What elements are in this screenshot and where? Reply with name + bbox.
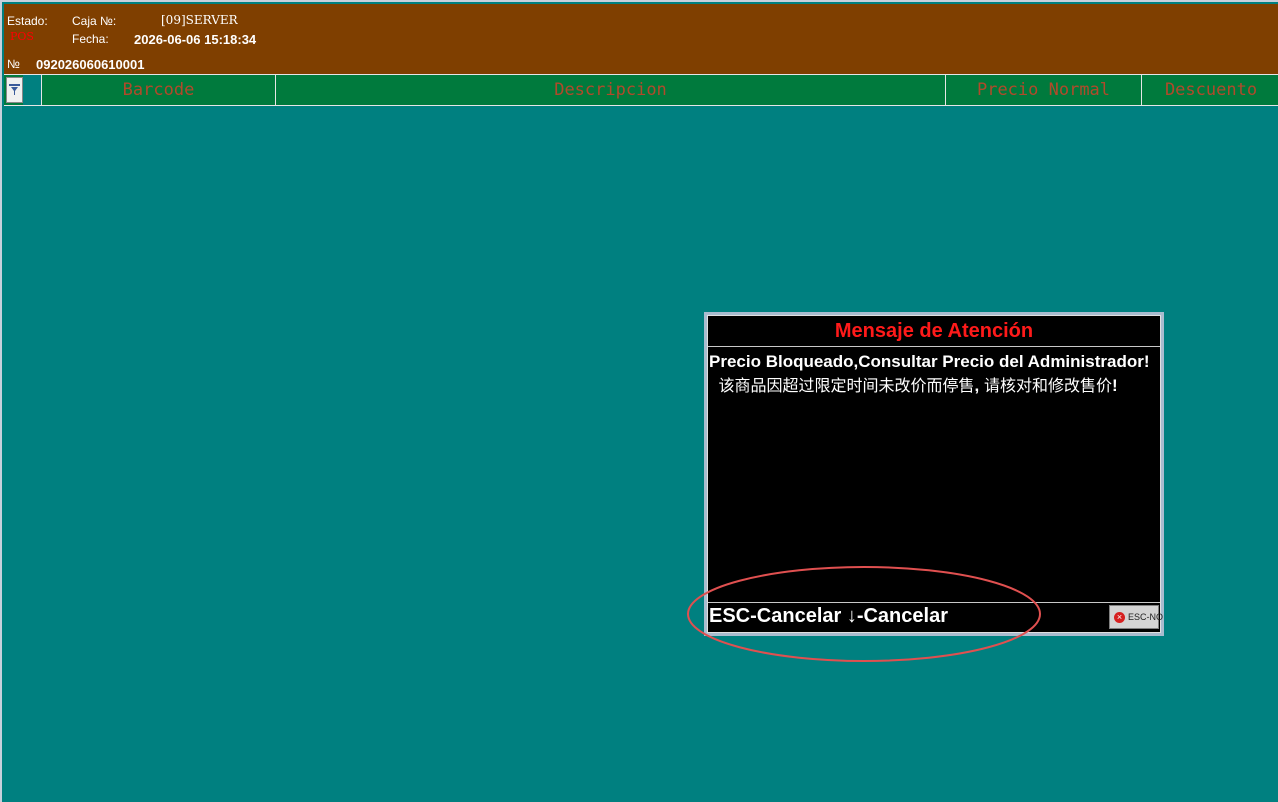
column-header-barcode[interactable]: Barcode — [41, 75, 275, 105]
dialog-message: Precio Bloqueado,Consultar Precio del Ad… — [709, 350, 1159, 398]
close-circle-icon: × — [1114, 612, 1125, 623]
dialog-body: Mensaje de Atención Precio Bloqueado,Con… — [707, 315, 1163, 633]
message-chinese: 该商品因超过限定时间未改价而停售 — [718, 376, 975, 395]
caja-label: Caja №: — [72, 14, 117, 28]
pos-window: Estado: POS Caja №: [09]SERVER Fecha: 20… — [0, 0, 1278, 802]
estado-value: POS — [10, 30, 34, 43]
message-spanish: Precio Bloqueado,Consultar Precio del Ad… — [709, 352, 1150, 371]
key-hint: ESC-Cancelar ↓-Cancelar — [709, 605, 948, 627]
esc-no-button[interactable]: × ESC-NO — [1109, 605, 1163, 629]
estado-label: Estado: — [7, 14, 48, 28]
filter-icon — [9, 84, 20, 95]
message-exclamation: ! — [1111, 376, 1118, 395]
esc-no-label: ESC-NO — [1128, 612, 1164, 622]
filter-button[interactable] — [6, 77, 23, 103]
grid-header: Barcode Descripcion Precio Normal Descue… — [4, 74, 1278, 106]
column-header-descuento[interactable]: Descuento — [1141, 75, 1278, 105]
fecha-value: 2026-06-06 15:18:34 — [134, 32, 257, 47]
attention-dialog: Mensaje de Atención Precio Bloqueado,Con… — [704, 312, 1164, 636]
message-chinese-2: 请核对和修改售价 — [983, 376, 1112, 395]
column-header-precio-normal[interactable]: Precio Normal — [945, 75, 1141, 105]
fecha-label: Fecha: — [72, 32, 109, 46]
grid-spacer — [23, 75, 41, 105]
message-comma: , — [974, 376, 980, 395]
numero-value: 092026060610001 — [36, 57, 145, 72]
status-header: Estado: POS Caja №: [09]SERVER Fecha: 20… — [4, 4, 1278, 74]
column-header-descripcion[interactable]: Descripcion — [275, 75, 945, 105]
numero-label: № — [7, 57, 20, 71]
caja-value: [09]SERVER — [161, 13, 238, 27]
dialog-title: Mensaje de Atención — [708, 316, 1160, 347]
dialog-footer: ESC-Cancelar ↓-Cancelar × ESC-NO — [708, 602, 1163, 632]
